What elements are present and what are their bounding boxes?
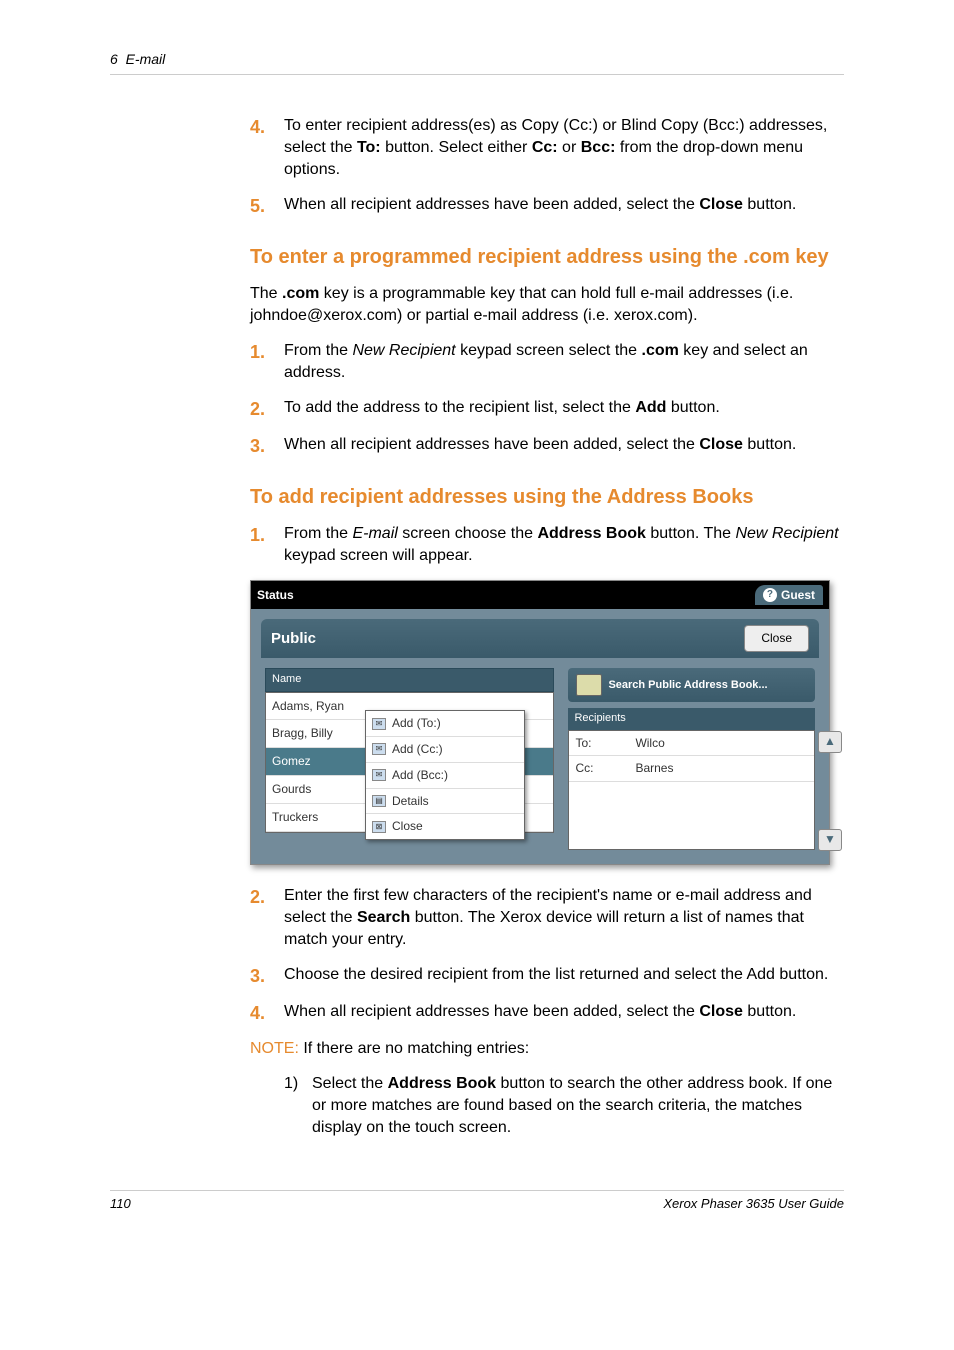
section-name: E-mail — [126, 51, 166, 67]
step-num: 2. — [250, 885, 284, 952]
menu-label: Close — [392, 818, 423, 835]
menu-icon: ✉ — [372, 743, 386, 755]
search-label: Search Public Address Book... — [608, 678, 767, 693]
step-text: When all recipient addresses have been a… — [284, 194, 844, 219]
page-number: 110 — [110, 1195, 131, 1213]
recipient-type: To: — [575, 735, 635, 752]
step-num: 3. — [250, 964, 284, 989]
menu-item[interactable]: ⊠ Close — [366, 814, 524, 839]
substep-text: Select the Address Book button to search… — [312, 1073, 844, 1140]
substep-num: 1) — [284, 1073, 312, 1140]
step-num: 1. — [250, 340, 284, 385]
address-book-icon — [576, 674, 602, 696]
step-text: From the E-mail screen choose the Addres… — [284, 523, 844, 568]
step-text: To enter recipient address(es) as Copy (… — [284, 115, 844, 182]
document-title: Xerox Phaser 3635 User Guide — [663, 1195, 844, 1213]
step-text: To add the address to the recipient list… — [284, 397, 844, 422]
scroll-down-button[interactable]: ▼ — [818, 829, 842, 851]
context-menu: ✉ Add (To:) ✉ Add (Cc:) ✉ Add (Bcc:) ▤ Details ⊠… — [365, 710, 525, 840]
section2-title: To add recipient addresses using the Add… — [250, 483, 844, 511]
menu-label: Add (To:) — [392, 715, 441, 732]
note-line: NOTE: If there are no matching entries: — [250, 1038, 844, 1060]
step-text: Enter the first few characters of the re… — [284, 885, 844, 952]
step-num: 2. — [250, 397, 284, 422]
menu-item[interactable]: ✉ Add (To:) — [366, 711, 524, 737]
note-label: NOTE: — [250, 1040, 299, 1057]
recipient-row[interactable]: To:Wilco — [569, 731, 814, 757]
menu-label: Details — [392, 793, 429, 810]
menu-icon: ⊠ — [372, 821, 386, 833]
menu-label: Add (Cc:) — [392, 741, 443, 758]
section1-title: To enter a programmed recipient address … — [250, 243, 844, 271]
menu-label: Add (Bcc:) — [392, 767, 448, 784]
step-num: 4. — [250, 115, 284, 182]
step-text: When all recipient addresses have been a… — [284, 1001, 844, 1026]
help-icon: ? — [763, 588, 777, 602]
menu-item[interactable]: ▤ Details — [366, 789, 524, 815]
step-text: Choose the desired recipient from the li… — [284, 964, 844, 989]
step-num: 5. — [250, 194, 284, 219]
name-column-header: Name — [265, 668, 554, 691]
menu-icon: ▤ — [372, 795, 386, 807]
scroll-up-button[interactable]: ▲ — [818, 731, 842, 753]
guest-badge[interactable]: ? Guest — [755, 585, 823, 606]
step-text: From the New Recipient keypad screen sel… — [284, 340, 844, 385]
page-footer: 110 Xerox Phaser 3635 User Guide — [110, 1190, 844, 1213]
step-text: When all recipient addresses have been a… — [284, 434, 844, 459]
recipient-type: Cc: — [575, 760, 635, 777]
page-header: 6 E-mail — [110, 50, 844, 75]
dialog-title: Public — [271, 628, 316, 649]
chapter-number: 6 — [110, 51, 118, 67]
step-num: 4. — [250, 1001, 284, 1026]
menu-item[interactable]: ✉ Add (Bcc:) — [366, 763, 524, 789]
search-address-book-button[interactable]: Search Public Address Book... — [568, 668, 815, 702]
note-text: If there are no matching entries: — [299, 1040, 529, 1057]
menu-icon: ✉ — [372, 718, 386, 730]
status-label: Status — [257, 587, 294, 604]
menu-item[interactable]: ✉ Add (Cc:) — [366, 737, 524, 763]
guest-label: Guest — [781, 587, 815, 604]
device-screenshot: Status ? Guest Public Close Name Adams, … — [250, 580, 830, 865]
recipients-list[interactable]: To:WilcoCc:Barnes ▲ ▼ — [568, 730, 815, 850]
recipient-name: Barnes — [635, 760, 673, 777]
step-num: 1. — [250, 523, 284, 568]
menu-icon: ✉ — [372, 769, 386, 781]
recipients-header: Recipients — [568, 708, 815, 729]
recipient-name: Wilco — [635, 735, 664, 752]
recipient-row[interactable]: Cc:Barnes — [569, 756, 814, 782]
close-button[interactable]: Close — [744, 625, 809, 652]
step-num: 3. — [250, 434, 284, 459]
section1-intro: The .com key is a programmable key that … — [250, 283, 844, 328]
